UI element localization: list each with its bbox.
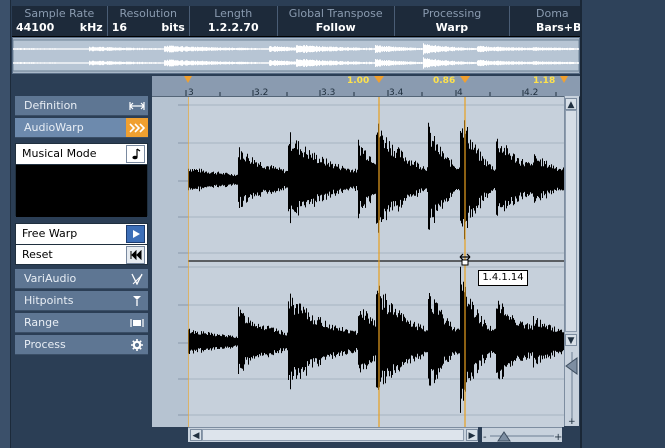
range-label: Range — [24, 316, 59, 329]
gear-icon — [126, 335, 148, 354]
info-value: 1.2.2.70 — [207, 21, 259, 34]
scroll-up-icon[interactable]: ▲ — [565, 98, 577, 110]
info-label: Sample Rate — [24, 7, 95, 20]
svg-text:-: - — [483, 432, 487, 443]
window-left-edge — [0, 0, 11, 448]
info-sample-rate[interactable]: Sample Rate 44100 kHz — [12, 6, 108, 36]
svg-text:+: + — [554, 432, 562, 443]
range-icon — [126, 313, 148, 332]
waveform-display[interactable] — [188, 97, 564, 427]
info-value: Warp — [435, 21, 469, 34]
info-processing[interactable]: Processing Warp — [395, 6, 510, 36]
ruler-markers-svg — [184, 76, 568, 96]
amplitude-scale — [152, 97, 189, 427]
reset-row[interactable]: Reset — [16, 245, 147, 265]
zoom-slider-svg: - + — [483, 431, 562, 443]
horizontal-scrollbar[interactable]: ◀ ▶ — [188, 427, 478, 442]
musical-mode-label: Musical Mode — [22, 147, 97, 160]
info-resolution[interactable]: Resolution 16 bits — [108, 6, 190, 36]
vertical-scrollbar[interactable]: ▲ ▼ + — [564, 96, 579, 428]
info-label: Processing — [422, 7, 482, 20]
info-value: Follow — [315, 21, 356, 34]
info-label: Global Transpose — [288, 7, 383, 20]
sample-editor-window: Sample Rate 44100 kHz Resolution 16 bits L… — [0, 0, 665, 448]
free-warp-row[interactable]: Free Warp — [16, 224, 147, 245]
hitpoints-section[interactable]: Hitpoints — [15, 291, 148, 311]
overview-waveform[interactable] — [12, 37, 580, 74]
reset-label: Reset — [22, 248, 53, 261]
definition-label: Definition — [24, 99, 78, 112]
info-unit: kHz — [79, 21, 103, 34]
hitpoints-label: Hitpoints — [24, 294, 74, 307]
waveform-svg — [188, 97, 564, 427]
info-label: Length — [214, 7, 253, 20]
info-value: 16 — [111, 21, 128, 34]
position-tooltip: 1.4.1.14 — [478, 270, 528, 286]
overview-wave-svg — [12, 39, 580, 72]
variaudio-section[interactable]: VariAudio — [15, 269, 148, 289]
info-global-transpose[interactable]: Global Transpose Follow — [278, 6, 395, 36]
warp-tools-box: Free Warp Reset — [15, 223, 148, 265]
info-unit: bits — [161, 21, 185, 34]
info-label: Doma — [536, 7, 569, 20]
time-ruler[interactable]: 3 3.2 3.3 3.4 4 4.2 1.00 0.86 1.18 — [152, 76, 580, 98]
play-arrow-icon[interactable] — [126, 225, 145, 243]
definition-section[interactable]: Definition — [15, 96, 148, 116]
variaudio-label: VariAudio — [24, 272, 77, 285]
arrows-in-icon — [126, 96, 148, 115]
info-label: Resolution — [119, 7, 177, 20]
amplitude-scale-svg — [178, 104, 188, 416]
info-line: Sample Rate 44100 kHz Resolution 16 bits L… — [12, 6, 580, 37]
process-section[interactable]: Process — [15, 335, 148, 355]
scroll-left-icon[interactable]: ◀ — [190, 429, 202, 441]
musical-mode-field[interactable] — [16, 165, 147, 217]
inspector-panel: Definition AudioWarp Musical Mode Free W… — [12, 76, 152, 448]
info-domain[interactable]: Doma Bars+B — [510, 6, 580, 36]
free-warp-label: Free Warp — [22, 227, 78, 240]
triple-chevron-icon — [126, 118, 148, 137]
vertical-zoom-slider[interactable]: + — [565, 348, 579, 428]
musical-mode-box: Musical Mode — [15, 143, 148, 217]
svg-text:+: + — [568, 417, 576, 427]
info-value: 44100 — [16, 21, 55, 34]
audiowarp-section[interactable]: AudioWarp — [15, 118, 148, 138]
rewind-icon[interactable] — [126, 246, 145, 264]
process-label: Process — [24, 338, 66, 351]
musical-mode-row[interactable]: Musical Mode — [16, 144, 147, 165]
horizontal-zoom-slider[interactable]: - + — [482, 427, 562, 443]
horizontal-scroll-thumb[interactable] — [202, 429, 464, 441]
scroll-right-icon[interactable]: ▶ — [466, 429, 478, 441]
range-section[interactable]: Range — [15, 313, 148, 333]
audiowarp-label: AudioWarp — [24, 121, 84, 134]
hitpoint-icon — [126, 291, 148, 310]
note-icon[interactable] — [126, 145, 145, 163]
info-value: Bars+B — [536, 21, 580, 34]
waveform-editor: 3 3.2 3.3 3.4 4 4.2 1.00 0.86 1.18 1.4.1… — [152, 76, 580, 448]
variaudio-icon — [126, 269, 148, 288]
info-length[interactable]: Length 1.2.2.70 — [190, 6, 278, 36]
scroll-down-icon[interactable]: ▼ — [565, 334, 577, 346]
vertical-scroll-thumb[interactable] — [565, 110, 577, 332]
window-right-background — [580, 0, 665, 448]
